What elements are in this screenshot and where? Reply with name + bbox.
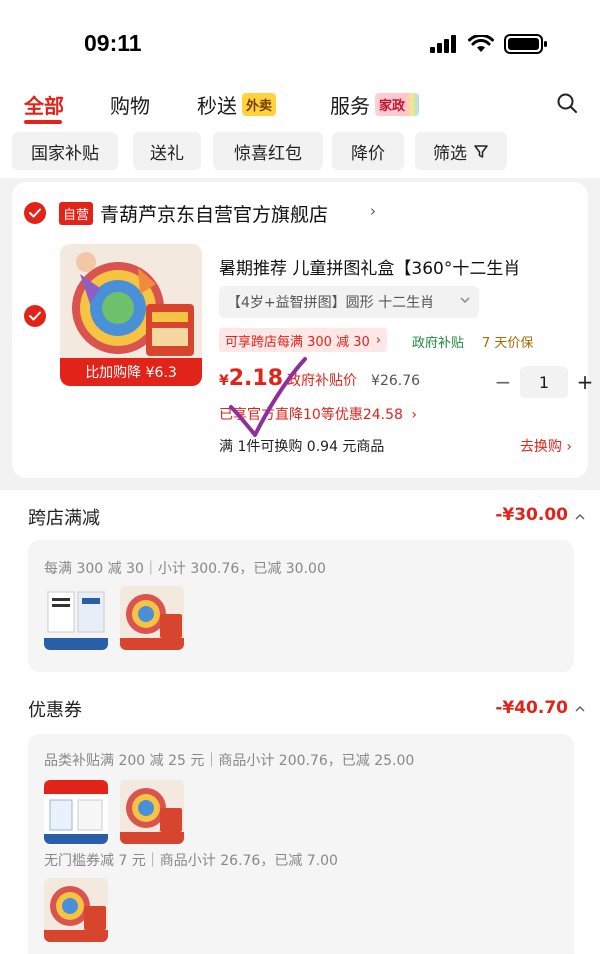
coupon-detail-box: 品类补贴满 200 减 25 元｜商品小计 200.76，已减 25.00 无门… [28,734,574,954]
store-select-checkbox[interactable] [24,202,46,224]
product-thumbnail-illustration [44,586,108,650]
decrement-button[interactable]: − [492,368,514,396]
takeout-tag: 外卖 [242,93,277,116]
cross-store-detail-box: 每满 300 减 30｜小计 300.76，已减 30.00 [28,540,574,672]
filter-red-packet-label: 惊喜红包 [234,143,302,164]
filter-screen[interactable]: 筛选 [415,132,507,170]
coupon-detail-text-2: 无门槛券减 7 元｜商品小计 26.76，已减 7.00 [44,853,338,869]
promo-chevron-icon: › [375,332,381,348]
coupon-item-thumb-2[interactable] [120,780,184,844]
cross-store-item-thumb-2[interactable] [120,586,184,650]
tab-instant-delivery[interactable]: 秒送 外卖 [197,90,277,119]
exchange-button[interactable]: 去换购 › [520,436,572,456]
price-currency: ¥ [219,373,229,389]
discount-chevron-icon: › [411,407,417,423]
filter-national-subsidy-label: 国家补贴 [31,143,99,164]
variant-selector[interactable]: 【4岁+益智拼图】圆形 十二生肖 [219,286,479,318]
puzzle-product-illustration [120,780,184,844]
increment-button[interactable]: + [574,368,596,396]
self-operated-badge: 自营 [59,202,94,225]
cross-store-promo-text: 可享跨店每满 300 减 30 [225,334,370,350]
wifi-icon [468,35,494,52]
chevron-up-icon[interactable] [574,512,586,522]
tab-instant-delivery-label: 秒送 [197,94,237,118]
quantity-stepper: − 1 + [492,366,596,398]
discount-detail-sheet: 跨店满减 -¥30.00 每满 300 减 30｜小计 300.76，已减 30… [0,490,600,954]
cross-store-detail-text: 每满 300 减 30｜小计 300.76，已减 30.00 [44,561,326,577]
cross-store-item-thumb-1[interactable] [44,586,108,650]
active-tab-indicator [24,120,62,124]
cross-store-promo-tag[interactable]: 可享跨店每满 300 减 30 › [219,328,387,352]
filter-price-drop[interactable]: 降价 [332,132,404,170]
price-row: ¥ 2.18 政府补贴价 ¥26.76 [219,366,420,391]
discount-detail-text: 已享官方直降10等优惠24.58 [219,407,403,423]
tab-services-label: 服务 [330,94,370,118]
cart-store-card: 自营 青葫芦京东自营官方旗舰店 › 比加购降 ¥6.3 暑期推荐 儿童拼图礼盒【… [12,182,593,478]
status-bar: 09:11 [0,0,600,80]
discount-detail-link[interactable]: 已享官方直降10等优惠24.58 › [219,404,417,424]
filter-screen-label: 筛选 [433,143,467,164]
status-time: 09:11 [84,30,142,56]
filter-price-drop-label: 降价 [351,143,385,164]
medical-product-illustration [44,780,108,844]
quantity-value[interactable]: 1 [520,366,568,398]
battery-icon [504,34,547,54]
exchange-offer-text: 满 1件可换购 0.94 元商品 [219,439,385,455]
coupon-section-title: 优惠券 [28,700,82,721]
tab-all-label: 全部 [24,94,64,118]
product-image[interactable]: 比加购降 ¥6.3 [60,244,202,386]
variant-text: 【4岁+益智拼图】圆形 十二生肖 [227,295,435,311]
coupon-amount[interactable]: -¥40.70 [495,698,568,718]
filter-gift[interactable]: 送礼 [133,132,201,170]
add-cart-discount-banner: 比加购降 ¥6.3 [60,358,202,386]
price-value: 2.18 [228,366,284,391]
check-icon [29,311,41,321]
tab-services[interactable]: 服务 家政 [330,90,420,119]
filter-bar: 国家补贴 送礼 惊喜红包 降价 筛选 [0,126,600,178]
check-icon [29,208,41,218]
category-tabs: 全部 购物 秒送 外卖 服务 家政 [0,80,600,126]
housekeeping-tag: 家政 [375,93,420,116]
tab-all[interactable]: 全部 [24,90,64,119]
price-label: 政府补贴价 [287,373,358,389]
store-name-link[interactable]: 青葫芦京东自营官方旗舰店 [100,200,328,227]
product-title[interactable]: 暑期推荐 儿童拼图礼盒【360°十二生肖 [219,254,520,279]
tab-shopping[interactable]: 购物 [110,90,150,119]
filter-national-subsidy[interactable]: 国家补贴 [12,132,118,170]
cross-store-section-title: 跨店满减 [28,508,100,529]
signal-icon [430,35,456,53]
tab-shopping-label: 购物 [110,94,150,118]
funnel-icon [474,145,488,158]
store-chevron-icon[interactable]: › [370,202,376,220]
chevron-down-icon [460,297,470,304]
search-icon[interactable] [556,92,578,114]
status-icons [430,34,548,54]
puzzle-product-illustration [44,878,108,942]
puzzle-product-illustration [120,586,184,650]
product-select-checkbox[interactable] [24,305,46,327]
coupon-detail-text-1: 品类补贴满 200 减 25 元｜商品小计 200.76，已减 25.00 [44,753,415,769]
filter-red-packet[interactable]: 惊喜红包 [213,132,323,170]
chevron-up-icon[interactable] [574,704,586,714]
price-guarantee-tag: 7 天价保 [482,336,534,351]
coupon-item-thumb-1[interactable] [44,780,108,844]
coupon-item-thumb-3[interactable] [44,878,108,942]
cross-store-amount[interactable]: -¥30.00 [495,505,568,525]
filter-gift-label: 送礼 [150,143,184,164]
gov-subsidy-tag: 政府补贴 [412,336,465,351]
original-price: ¥26.76 [371,373,421,389]
